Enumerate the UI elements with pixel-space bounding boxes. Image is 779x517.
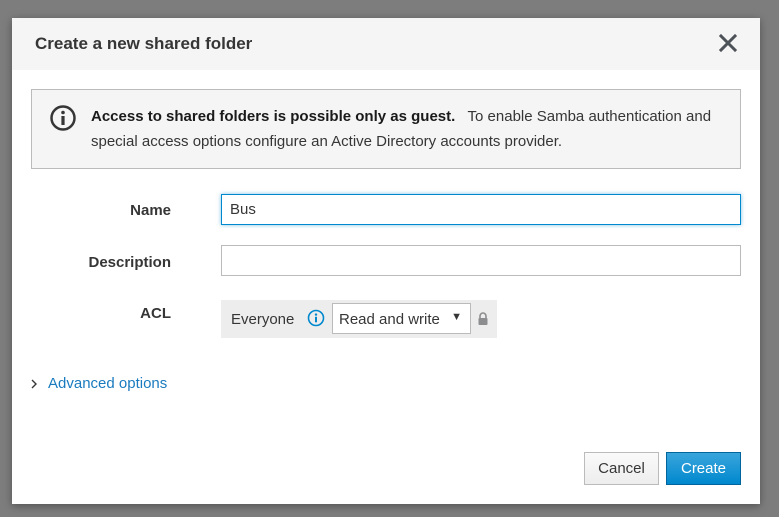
name-input[interactable]	[221, 194, 741, 225]
acl-permission-value: Read and write	[339, 311, 440, 328]
info-alert: Access to shared folders is possible onl…	[31, 89, 741, 169]
advanced-options-label: Advanced options	[48, 375, 168, 392]
dialog-header: Create a new shared folder	[12, 18, 760, 70]
acl-principal: Everyone	[231, 311, 295, 328]
dialog-title: Create a new shared folder	[35, 34, 253, 53]
chevron-right-icon	[31, 379, 37, 389]
description-label: Description	[88, 254, 171, 271]
close-button[interactable]	[716, 31, 740, 55]
acl-entry: Everyone Read and write ▼	[221, 300, 497, 338]
lock-icon	[478, 312, 488, 325]
alert-message: Access to shared folders is possible onl…	[91, 104, 721, 154]
create-shared-folder-dialog: Create a new shared folder Access to sha…	[12, 18, 760, 504]
name-label: Name	[130, 202, 171, 219]
caret-down-icon: ▼	[451, 311, 462, 323]
close-icon	[718, 33, 738, 53]
cancel-button[interactable]: Cancel	[584, 452, 659, 485]
acl-permission-select[interactable]: Read and write ▼	[332, 303, 471, 334]
alert-strong-text: Access to shared folders is possible onl…	[91, 108, 456, 125]
info-icon[interactable]	[307, 309, 325, 327]
description-input[interactable]	[221, 245, 741, 276]
create-button[interactable]: Create	[666, 452, 741, 485]
acl-label: ACL	[140, 305, 171, 322]
info-icon	[50, 105, 76, 131]
